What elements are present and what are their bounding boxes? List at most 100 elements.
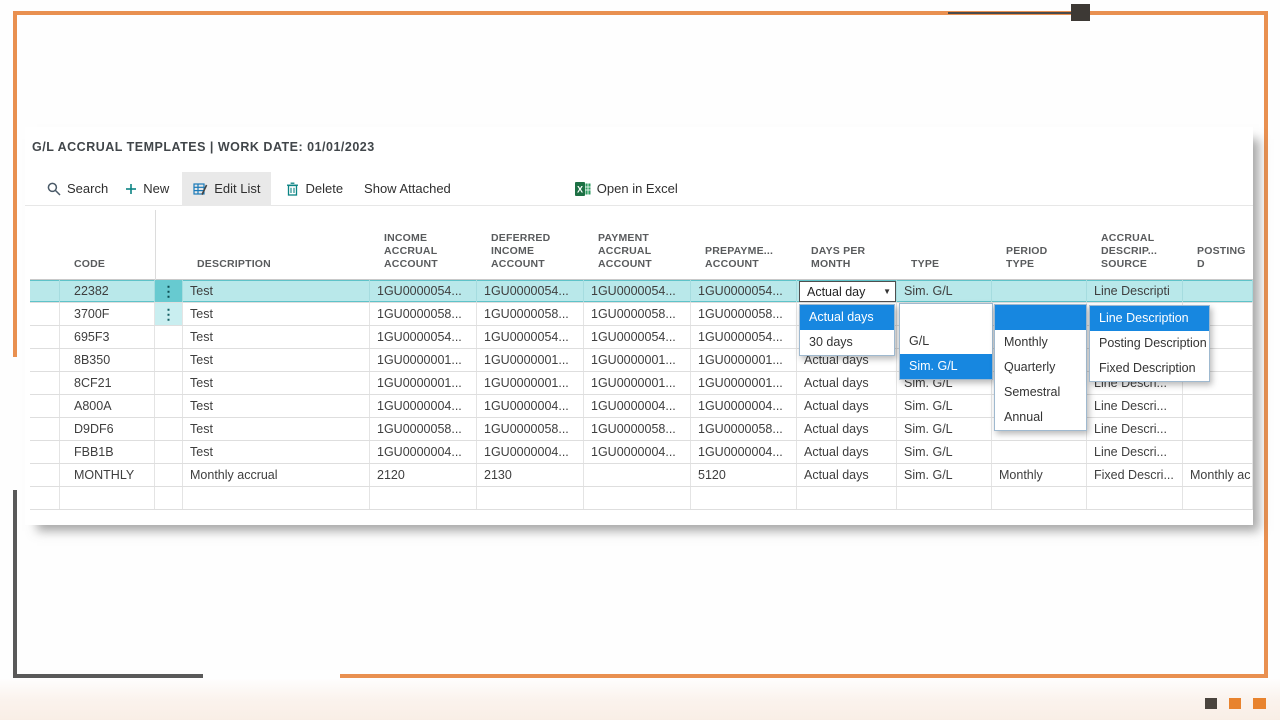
cell-desc[interactable]: Test xyxy=(183,349,370,371)
dropdown-option[interactable]: Line Description xyxy=(1090,306,1209,331)
table-row[interactable] xyxy=(30,487,1253,510)
cell-payment[interactable] xyxy=(584,487,691,509)
cell-desc[interactable]: Test xyxy=(183,441,370,463)
row-options-icon[interactable] xyxy=(155,487,183,509)
cell-payment[interactable]: 1GU0000058... xyxy=(584,303,691,325)
cell-code[interactable] xyxy=(60,487,155,509)
cell-code[interactable]: 695F3 xyxy=(60,326,155,348)
search-button[interactable]: Search xyxy=(45,172,110,206)
dropdown-option[interactable]: Monthly xyxy=(995,330,1086,355)
dropdown-option[interactable]: G/L xyxy=(900,329,992,354)
cell-days[interactable]: Actual days xyxy=(797,418,897,440)
cell-payment[interactable]: 1GU0000054... xyxy=(584,280,691,302)
cell-source[interactable]: Line Descri... xyxy=(1087,441,1183,463)
cell-days[interactable]: Actual days xyxy=(797,464,897,486)
cell-prepay[interactable]: 1GU0000001... xyxy=(691,372,797,394)
cell-desc[interactable] xyxy=(183,487,370,509)
edit-list-button[interactable]: Edit List xyxy=(182,171,272,206)
dropdown-option[interactable] xyxy=(900,304,992,329)
cell-deferred[interactable]: 1GU0000058... xyxy=(477,418,584,440)
cell-days[interactable]: Actual days xyxy=(797,395,897,417)
cell-period[interactable]: Monthly xyxy=(992,464,1087,486)
cell-period[interactable] xyxy=(992,441,1087,463)
delete-button[interactable]: Delete xyxy=(284,172,345,206)
dropdown-option[interactable]: Actual days xyxy=(800,305,894,330)
cell-income[interactable]: 1GU0000054... xyxy=(370,280,477,302)
cell-code[interactable]: 8B350 xyxy=(60,349,155,371)
column-header-type[interactable]: TYPE xyxy=(897,258,992,279)
row-options-icon[interactable]: ⋮ xyxy=(155,303,183,325)
cell-source[interactable]: Line Descripti xyxy=(1087,280,1183,302)
table-row[interactable]: FBB1B Test 1GU0000004... 1GU0000004... 1GU00… xyxy=(30,441,1253,464)
cell-deferred[interactable]: 1GU0000004... xyxy=(477,441,584,463)
column-header-desc[interactable]: DESCRIPTION xyxy=(183,258,370,279)
row-options-icon[interactable]: ⋮ xyxy=(155,280,183,302)
cell-type[interactable]: Sim. G/L xyxy=(897,464,992,486)
column-header-posting[interactable]: POSTING D xyxy=(1183,245,1253,279)
cell-source[interactable] xyxy=(1087,487,1183,509)
cell-type[interactable]: Sim. G/L xyxy=(897,395,992,417)
cell-payment[interactable]: 1GU0000058... xyxy=(584,418,691,440)
cell-income[interactable]: 2120 xyxy=(370,464,477,486)
cell-type[interactable]: Sim. G/L xyxy=(897,441,992,463)
cell-code[interactable]: 22382 xyxy=(60,280,155,302)
cell-code[interactable]: MONTHLY xyxy=(60,464,155,486)
cell-deferred[interactable]: 1GU0000001... xyxy=(477,372,584,394)
cell-prepay[interactable]: 1GU0000054... xyxy=(691,280,797,302)
dropdown-option[interactable] xyxy=(995,305,1086,330)
cell-income[interactable] xyxy=(370,487,477,509)
cell-payment[interactable]: 1GU0000054... xyxy=(584,326,691,348)
cell-code[interactable]: FBB1B xyxy=(60,441,155,463)
cell-desc[interactable]: Test xyxy=(183,372,370,394)
cell-income[interactable]: 1GU0000054... xyxy=(370,326,477,348)
show-attached-button[interactable]: Show Attached xyxy=(362,172,453,206)
row-options-icon[interactable] xyxy=(155,372,183,394)
row-options-icon[interactable] xyxy=(155,395,183,417)
cell-code[interactable]: A800A xyxy=(60,395,155,417)
cell-deferred[interactable]: 1GU0000001... xyxy=(477,349,584,371)
cell-posting[interactable] xyxy=(1183,418,1253,440)
cell-prepay[interactable]: 1GU0000058... xyxy=(691,418,797,440)
column-header-deferred[interactable]: DEFERRED INCOME ACCOUNT xyxy=(477,232,584,279)
dropdown-option[interactable]: Sim. G/L xyxy=(900,354,992,379)
cell-desc[interactable]: Test xyxy=(183,395,370,417)
cell-payment[interactable]: 1GU0000004... xyxy=(584,395,691,417)
cell-deferred[interactable]: 2130 xyxy=(477,464,584,486)
dropdown-option[interactable]: Quarterly xyxy=(995,355,1086,380)
cell-payment[interactable] xyxy=(584,464,691,486)
cell-sel[interactable] xyxy=(30,326,60,348)
dropdown-option[interactable]: Annual xyxy=(995,405,1086,430)
column-header-prepay[interactable]: PREPAYME... ACCOUNT xyxy=(691,245,797,279)
cell-prepay[interactable]: 1GU0000054... xyxy=(691,326,797,348)
cell-source[interactable]: Line Descri... xyxy=(1087,395,1183,417)
cell-deferred[interactable]: 1GU0000054... xyxy=(477,326,584,348)
cell-income[interactable]: 1GU0000004... xyxy=(370,395,477,417)
cell-sel[interactable] xyxy=(30,280,60,302)
cell-days[interactable] xyxy=(797,487,897,509)
cell-days[interactable]: Actual days xyxy=(797,372,897,394)
column-header-code[interactable]: CODE xyxy=(60,258,155,279)
days-per-month-combobox[interactable]: Actual day ▼ xyxy=(799,281,896,302)
column-header-period[interactable]: PERIOD TYPE xyxy=(992,245,1087,279)
open-in-excel-button[interactable]: X Open in Excel xyxy=(573,172,680,206)
cell-type[interactable]: Sim. G/L xyxy=(897,280,992,302)
column-header-payment[interactable]: PAYMENT ACCRUAL ACCOUNT xyxy=(584,232,691,279)
cell-deferred[interactable]: 1GU0000054... xyxy=(477,280,584,302)
table-row[interactable]: MONTHLY Monthly accrual 2120 2130 5120 Actual… xyxy=(30,464,1253,487)
cell-period[interactable] xyxy=(992,280,1087,302)
cell-posting[interactable] xyxy=(1183,487,1253,509)
cell-payment[interactable]: 1GU0000001... xyxy=(584,372,691,394)
cell-prepay[interactable]: 1GU0000004... xyxy=(691,441,797,463)
cell-posting[interactable] xyxy=(1183,441,1253,463)
cell-sel[interactable] xyxy=(30,441,60,463)
row-options-icon[interactable] xyxy=(155,464,183,486)
cell-code[interactable]: D9DF6 xyxy=(60,418,155,440)
cell-deferred[interactable]: 1GU0000058... xyxy=(477,303,584,325)
cell-deferred[interactable] xyxy=(477,487,584,509)
cell-sel[interactable] xyxy=(30,464,60,486)
cell-desc[interactable]: Test xyxy=(183,326,370,348)
cell-income[interactable]: 1GU0000001... xyxy=(370,372,477,394)
cell-prepay[interactable]: 1GU0000001... xyxy=(691,349,797,371)
cell-desc[interactable]: Test xyxy=(183,418,370,440)
cell-income[interactable]: 1GU0000004... xyxy=(370,441,477,463)
